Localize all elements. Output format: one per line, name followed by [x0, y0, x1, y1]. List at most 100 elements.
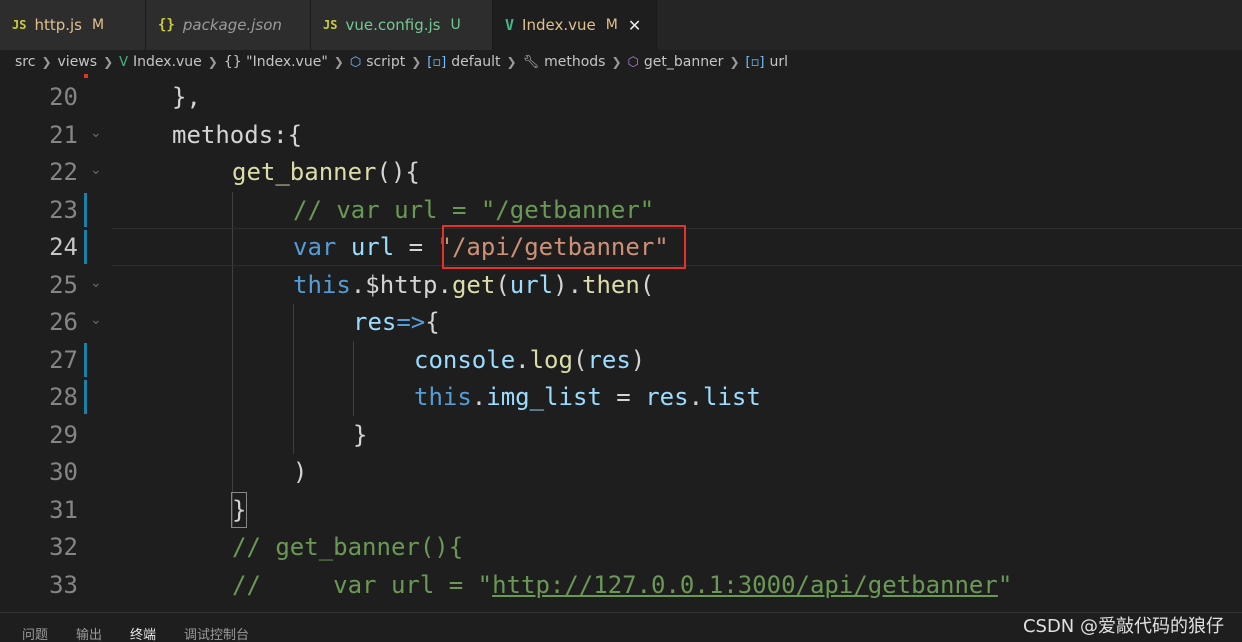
code-editor[interactable]: 20 }, 21 ⌄ methods:{ 22 ⌄ get_banner(){ …	[0, 76, 1242, 612]
code-line: 25 ⌄ this.$http.get(url).then(	[0, 266, 1242, 304]
url-link[interactable]: http://127.0.0.1:3000/api/getbanner	[492, 571, 998, 599]
breadcrumb-item-file[interactable]: V Index.vue ❯	[119, 54, 224, 70]
breadcrumb-item-script[interactable]: ⬡ script ❯	[350, 54, 427, 70]
vue-file-icon: V	[505, 16, 515, 34]
breadcrumb-label: default	[451, 54, 501, 70]
code-text: // var url = "/getbanner"	[293, 195, 655, 224]
tab-label: vue.config.js	[345, 16, 441, 34]
code-text: this.img_list = res.list	[414, 383, 761, 411]
chevron-right-icon: ❯	[506, 55, 517, 69]
git-change-bar	[84, 342, 87, 377]
chevron-right-icon: ❯	[207, 55, 218, 69]
breadcrumb-item-methods[interactable]: 🔧︎ methods ❯	[523, 54, 628, 70]
breadcrumb-item-src[interactable]: src ❯	[15, 54, 58, 70]
code-text: console.log(res)	[414, 345, 646, 374]
line-number: 26	[49, 308, 78, 336]
code-text: }	[353, 420, 368, 449]
tab-package-json[interactable]: {} package.json	[146, 0, 311, 50]
breadcrumb-label: Index.vue	[133, 54, 202, 70]
tab-label: http.js	[34, 16, 82, 34]
chevron-right-icon: ❯	[729, 55, 740, 69]
code-line: 30 )	[0, 453, 1242, 491]
vue-file-icon: V	[119, 54, 129, 70]
git-change-bar	[84, 380, 87, 414]
code-line: 21 ⌄ methods:{	[0, 116, 1242, 154]
tab-terminal[interactable]: 终端	[130, 624, 156, 642]
wrench-icon: 🔧︎	[522, 54, 540, 70]
code-text: },	[172, 83, 201, 111]
tab-label: Index.vue	[522, 16, 596, 34]
chevron-down-icon[interactable]: ⌄	[90, 275, 102, 291]
untracked-badge: U	[450, 17, 461, 33]
annotation-highlight-box	[442, 225, 686, 269]
breadcrumb-item-url[interactable]: [▫] url	[746, 54, 789, 70]
tab-index-vue[interactable]: V Index.vue M ✕	[493, 0, 657, 50]
chevron-right-icon: ❯	[333, 55, 344, 69]
tab-http-js[interactable]: JS http.js M	[0, 0, 146, 50]
breadcrumb-label: get_banner	[643, 54, 724, 70]
line-number: 30	[49, 458, 78, 486]
modified-badge: M	[605, 17, 618, 33]
code-text: }	[230, 491, 248, 528]
chevron-down-icon[interactable]: ⌄	[90, 312, 102, 328]
breadcrumb: src ❯ views ❯ V Index.vue ❯ {} "Index.vue" ❯ …	[0, 50, 1242, 74]
line-number: 21	[49, 120, 78, 149]
editor-tab-bar: JS http.js M {} package.json JS vue.conf…	[0, 0, 1242, 50]
breadcrumb-label: script	[366, 54, 406, 70]
code-line: 23 // var url = "/getbanner"	[0, 191, 1242, 229]
tab-debug-console[interactable]: 调试控制台	[184, 624, 249, 642]
breadcrumb-label: {} "Index.vue"	[223, 54, 328, 70]
line-number: 23	[49, 195, 78, 224]
line-number: 31	[49, 495, 78, 524]
json-file-icon: {}	[158, 17, 175, 33]
javascript-file-icon: JS	[12, 18, 27, 32]
code-text: res=>{	[353, 308, 440, 336]
javascript-file-icon: JS	[323, 18, 338, 32]
chevron-down-icon[interactable]: ⌄	[90, 162, 102, 178]
breadcrumb-label: src	[15, 54, 36, 70]
line-number: 33	[49, 570, 78, 599]
code-line: 27 console.log(res)	[0, 341, 1242, 379]
breadcrumb-label: url	[769, 54, 788, 70]
breadcrumb-label: views	[57, 54, 98, 70]
method-cube-icon: ⬡	[627, 54, 639, 70]
watermark: CSDN @爱敲代码的狼仔	[1022, 616, 1224, 637]
tab-vue-config-js[interactable]: JS vue.config.js U	[311, 0, 493, 50]
code-line: 22 ⌄ get_banner(){	[0, 153, 1242, 191]
variable-icon: [▫]	[745, 54, 765, 70]
line-number: 25	[49, 270, 78, 299]
git-change-bar	[84, 230, 87, 264]
breadcrumb-item-default[interactable]: [▫] default ❯	[427, 54, 522, 70]
code-line: 28 this.img_list = res.list	[0, 378, 1242, 416]
code-text: )	[293, 458, 308, 486]
code-line: 31 }	[0, 491, 1242, 529]
code-text: // var url = "http://127.0.0.1:3000/api/…	[232, 570, 1013, 599]
tab-output[interactable]: 输出	[76, 624, 102, 642]
close-icon[interactable]: ✕	[628, 16, 641, 35]
line-number: 20	[49, 83, 78, 111]
line-number: 22	[49, 158, 78, 186]
tab-label: package.json	[182, 16, 282, 34]
variable-icon: [▫]	[427, 54, 447, 70]
code-text: methods:{	[172, 120, 303, 149]
git-change-bar	[84, 192, 87, 227]
chevron-right-icon: ❯	[611, 55, 622, 69]
line-number: 24	[49, 233, 78, 261]
breadcrumb-item-get-banner[interactable]: ⬡ get_banner ❯	[628, 54, 746, 70]
breadcrumb-item-module[interactable]: {} "Index.vue" ❯	[224, 54, 350, 70]
line-number: 32	[49, 533, 78, 561]
line-number: 28	[49, 383, 78, 411]
breadcrumb-label: methods	[544, 54, 606, 70]
line-number: 27	[49, 345, 78, 374]
chevron-down-icon[interactable]: ⌄	[90, 125, 102, 141]
code-line: 32 // get_banner(){	[0, 528, 1242, 566]
module-cube-icon: ⬡	[349, 54, 362, 70]
chevron-right-icon: ❯	[103, 55, 114, 69]
tab-problems[interactable]: 问题	[22, 624, 48, 642]
code-line: 26 ⌄ res=>{	[0, 303, 1242, 341]
code-line: 33 // var url = "http://127.0.0.1:3000/a…	[0, 566, 1242, 604]
code-line: 20 },	[0, 78, 1242, 116]
code-text: // get_banner(){	[232, 533, 464, 561]
code-text: get_banner(){	[232, 158, 420, 186]
breadcrumb-item-views[interactable]: views ❯	[58, 54, 120, 70]
